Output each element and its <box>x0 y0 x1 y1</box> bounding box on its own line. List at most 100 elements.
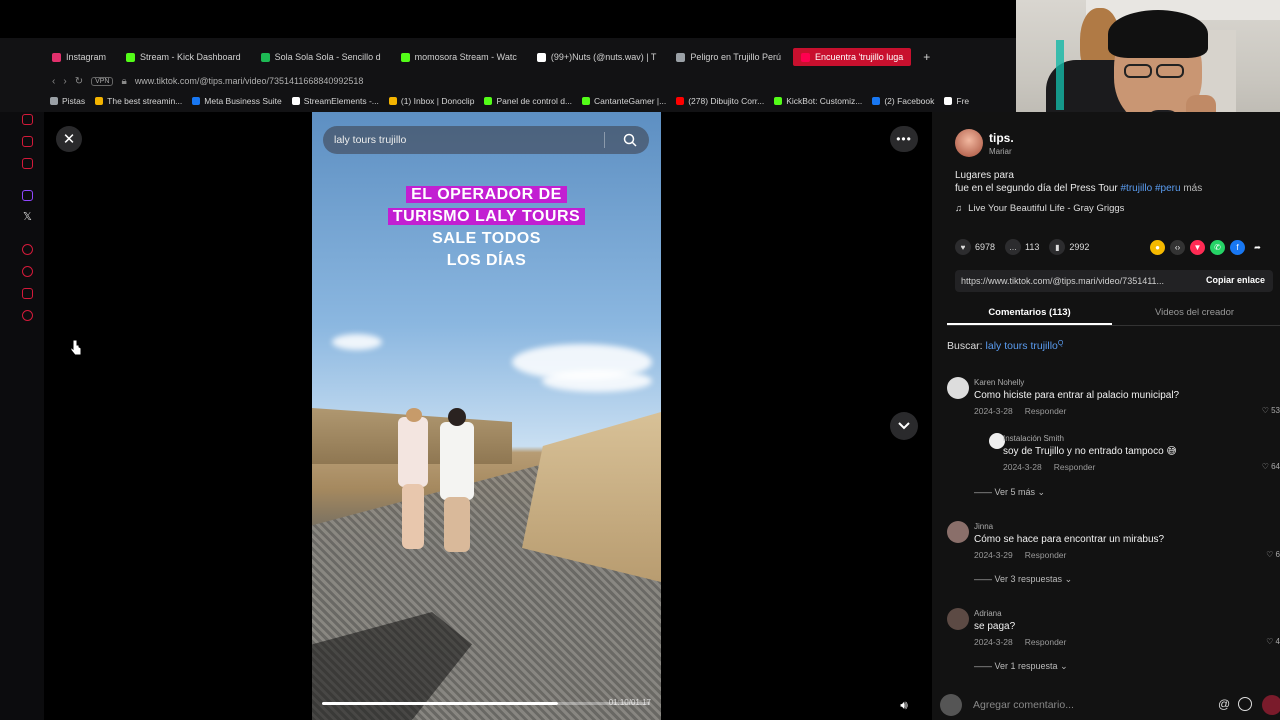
tab-creator-videos[interactable]: Videos del creador <box>1112 302 1277 325</box>
vpn-badge[interactable]: VPN <box>91 76 114 86</box>
search-icon[interactable] <box>623 133 637 147</box>
comment-button[interactable]: … 113 <box>1005 239 1039 255</box>
settings-icon[interactable] <box>22 310 33 321</box>
bookmark-item[interactable]: Fre <box>944 96 969 106</box>
tab-momosora[interactable]: momosora Stream - Watc <box>393 48 525 66</box>
more-icon: ••• <box>896 132 912 146</box>
bookmark-item[interactable]: The best streamin... <box>95 96 182 106</box>
bookmark-item[interactable]: (1) Inbox | Donoclip <box>388 96 474 106</box>
bookmark-item[interactable]: StreamElements -... <box>291 96 379 106</box>
divider <box>604 132 605 148</box>
bookmark-item[interactable]: Pistas <box>50 96 85 106</box>
x-icon[interactable]: 𝕏 <box>23 210 32 223</box>
tab-spotify[interactable]: Sola Sola Sola - Sencillo d <box>253 48 389 66</box>
volume-button[interactable]: 🔊︎ <box>892 694 916 716</box>
search-query[interactable]: laly tours trujillo <box>986 340 1058 352</box>
description-line: Lugares para <box>955 170 1014 181</box>
commenter-avatar[interactable] <box>947 377 969 399</box>
forward-icon[interactable]: › <box>63 76 66 87</box>
comment-composer: @ <box>940 694 1280 716</box>
tab-nuts-tiktok[interactable]: (99+)Nuts (@nuts.wav) | T <box>529 48 665 66</box>
reply-button[interactable]: Responder <box>1025 550 1067 560</box>
tab-comments[interactable]: Comentarios (113) <box>947 302 1112 325</box>
close-button[interactable]: ✕ <box>56 126 82 152</box>
author-name[interactable]: tips. <box>989 131 1014 145</box>
view-more-replies[interactable]: —— Ver 1 respuesta ⌄ <box>974 661 1068 672</box>
more-options-button[interactable]: ••• <box>890 126 918 152</box>
like-button[interactable]: ♥ 6978 <box>955 239 995 255</box>
whatsapp-icon[interactable] <box>22 158 33 169</box>
comment-like[interactable]: ♡ 53 <box>1262 406 1280 415</box>
reply-button[interactable]: Responder <box>1025 406 1067 416</box>
hashtags[interactable]: #trujillo #peru <box>1121 183 1181 194</box>
commenter-name[interactable]: Adriana <box>974 609 1002 618</box>
commenter-avatar[interactable] <box>947 521 969 543</box>
chat-icon[interactable] <box>22 288 33 299</box>
reply-button[interactable]: Responder <box>1025 637 1067 647</box>
commenter-name[interactable]: Instalación Smith <box>1003 434 1064 443</box>
bookmark-item[interactable]: KickBot: Customiz... <box>774 96 862 106</box>
instagram-icon[interactable] <box>22 136 33 147</box>
progress-bar[interactable] <box>322 702 558 705</box>
comment-input[interactable] <box>973 696 1253 714</box>
comment-like[interactable]: ♡ 64 <box>1262 462 1280 471</box>
view-more-replies[interactable]: —— Ver 3 respuestas ⌄ <box>974 574 1072 585</box>
mention-icon[interactable]: @ <box>1218 697 1230 711</box>
tab-peligro-trujillo[interactable]: Peligro en Trujillo Perú <box>668 48 789 66</box>
caption-line: SALE TODOS <box>432 230 541 247</box>
bookmark-item[interactable]: Meta Business Suite <box>192 96 282 106</box>
commenter-name[interactable]: Karen Nohelly <box>974 378 1024 387</box>
video-search-bar[interactable]: laly tours trujillo <box>323 126 649 154</box>
comment-search[interactable]: Buscar: laly tours trujilloQ <box>947 340 1063 352</box>
comment-text: Como hiciste para entrar al palacio muni… <box>974 390 1180 401</box>
hand-cursor-icon <box>70 339 82 356</box>
copy-link-button[interactable]: Copiar enlace <box>1206 275 1265 285</box>
bookmark-favicon-icon <box>676 97 685 105</box>
twitch-icon[interactable] <box>22 190 33 201</box>
reply-button[interactable]: Responder <box>1054 462 1096 472</box>
commenter-avatar[interactable] <box>947 608 969 630</box>
comment-like-count: 53 <box>1271 406 1280 415</box>
comment-like[interactable]: ♡ 4 <box>1266 637 1280 646</box>
bookmark-favicon-icon <box>95 97 104 105</box>
bookmark-label: CantanteGamer |... <box>594 96 667 106</box>
music-info[interactable]: ♫ Live Your Beautiful Life - Gray Griggs <box>955 203 1124 214</box>
author-avatar[interactable] <box>955 129 983 157</box>
share-arrow-icon[interactable]: ➦ <box>1250 240 1265 255</box>
video-search-text[interactable]: laly tours trujillo <box>334 134 406 146</box>
player-icon[interactable] <box>22 244 33 255</box>
bookmark-item[interactable]: (278) Dibujito Corr... <box>676 96 764 106</box>
bookmark-item[interactable]: CantanteGamer |... <box>582 96 666 106</box>
emoji-icon[interactable] <box>1238 697 1252 711</box>
url-field[interactable]: www.tiktok.com/@tips.mari/video/73514116… <box>135 76 364 86</box>
tab-encuentra-trujillo[interactable]: Encuentra 'trujillo luga <box>792 48 912 66</box>
tab-kick-dashboard[interactable]: Stream - Kick Dashboard <box>118 48 249 66</box>
bookmark-favicon-icon <box>872 97 881 105</box>
more-link[interactable]: más <box>1183 183 1202 194</box>
bookmark-item[interactable]: (2) Facebook <box>872 96 934 106</box>
clock-icon[interactable] <box>22 266 33 277</box>
new-tab-button[interactable]: + <box>915 48 938 66</box>
facebook-share-icon[interactable]: f <box>1230 240 1245 255</box>
commenter-name[interactable]: Jinna <box>974 522 993 531</box>
whatsapp-share-icon[interactable]: ✆ <box>1210 240 1225 255</box>
caption-line: EL OPERADOR DE <box>406 186 567 203</box>
video-player[interactable]: laly tours trujillo EL OPERADOR DE TURIS… <box>312 112 661 720</box>
video-link[interactable]: https://www.tiktok.com/@tips.mari/video/… <box>961 276 1164 286</box>
bookmark-item[interactable]: Panel de control d... <box>484 96 572 106</box>
send-icon[interactable] <box>1262 695 1280 715</box>
send-to-friend-icon[interactable]: ▼ <box>1190 240 1205 255</box>
tab-instagram[interactable]: Instagram <box>44 48 114 66</box>
bookmark-favicon-icon <box>484 97 493 105</box>
engagement-stats: ♥ 6978 … 113 ▮ 2992 <box>955 239 1089 255</box>
reload-icon[interactable]: ↻ <box>75 76 83 87</box>
embed-icon[interactable]: ‹› <box>1170 240 1185 255</box>
repost-icon[interactable]: ● <box>1150 240 1165 255</box>
view-more-replies[interactable]: —— Ver 5 más ⌄ <box>974 487 1045 498</box>
next-video-button[interactable] <box>890 412 918 440</box>
back-icon[interactable]: ‹ <box>52 76 55 87</box>
comment-like[interactable]: ♡ 6 <box>1266 550 1280 559</box>
view-more-label: Ver 3 respuestas <box>994 574 1063 584</box>
save-button[interactable]: ▮ 2992 <box>1049 239 1089 255</box>
wallet-icon[interactable] <box>22 114 33 125</box>
